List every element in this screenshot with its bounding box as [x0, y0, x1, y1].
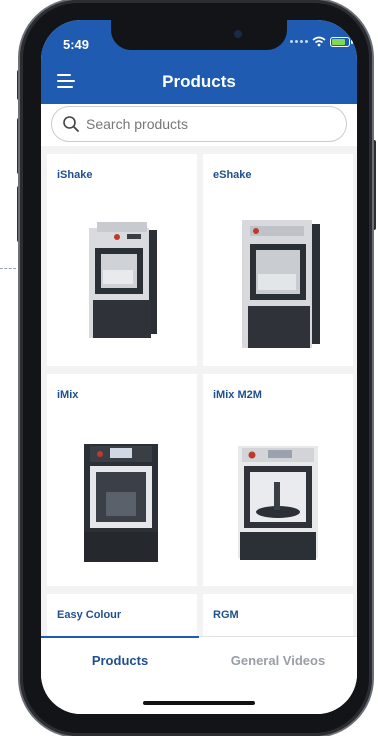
phone-power-button [372, 140, 376, 230]
decorative-dashed-line [0, 268, 16, 269]
tab-general-videos[interactable]: General Videos [199, 637, 357, 683]
product-card-title[interactable]: iShake [47, 154, 197, 196]
product-card-easy-colour[interactable]: Easy Colour [47, 594, 197, 636]
product-image-imix-m2m[interactable] [203, 420, 353, 586]
app-screen: 5:49 Products iShake [41, 20, 357, 714]
product-card-rgm[interactable]: RGM [203, 594, 353, 636]
page-title: Products [162, 72, 236, 91]
bottom-tab-bar: Products General Videos [41, 636, 357, 714]
product-card-title[interactable]: iMix [47, 374, 197, 416]
product-card-eshake[interactable]: eShake [203, 154, 353, 366]
wifi-icon [312, 36, 326, 47]
product-image-ishake[interactable] [47, 200, 197, 366]
product-image-eshake[interactable] [203, 200, 353, 366]
search-icon [63, 116, 79, 132]
phone-notch [111, 20, 287, 50]
signal-dots-icon [290, 40, 308, 43]
product-card-imix-m2m[interactable]: iMix M2M [203, 374, 353, 586]
product-card-title[interactable]: Easy Colour [47, 594, 197, 636]
status-icons [290, 36, 353, 47]
product-card-imix[interactable]: iMix [47, 374, 197, 586]
front-camera [234, 30, 242, 38]
product-grid: iShake eShake iMix iMix M2M Easy Colour … [41, 146, 357, 636]
status-time: 5:49 [63, 37, 90, 52]
product-image-imix[interactable] [47, 420, 197, 586]
home-indicator[interactable] [143, 701, 255, 705]
search-input[interactable] [86, 116, 326, 132]
battery-icon [330, 36, 353, 47]
tab-products[interactable]: Products [41, 636, 199, 683]
product-card-title[interactable]: RGM [203, 594, 353, 636]
product-card-title[interactable]: iMix M2M [203, 374, 353, 416]
app-header: 5:49 Products [41, 20, 357, 104]
product-card-title[interactable]: eShake [203, 154, 353, 196]
search-bar[interactable] [51, 106, 347, 142]
product-card-ishake[interactable]: iShake [47, 154, 197, 366]
